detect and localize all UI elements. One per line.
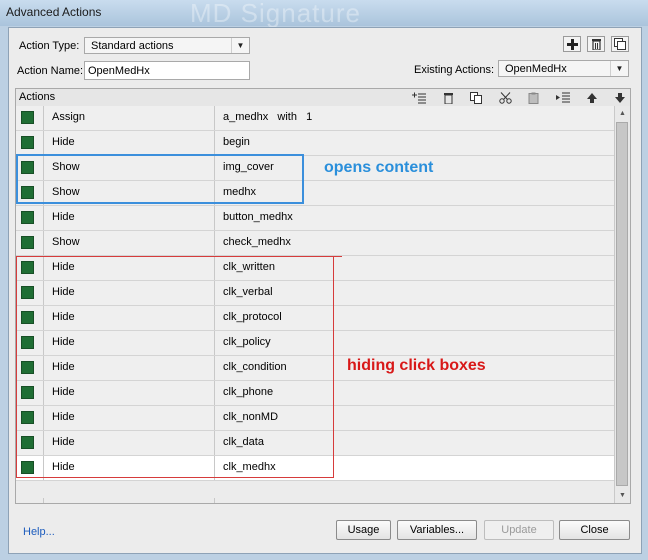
existing-actions-value: OpenMedHx [505,63,567,75]
chevron-down-icon: ▼ [610,61,628,76]
action-target[interactable]: a_medhx with 1 [223,111,312,123]
action-enabled-checkbox[interactable] [21,236,34,249]
action-type-value: Standard actions [91,40,174,52]
blue-annotation: opens content [324,159,434,176]
action-name-input[interactable] [85,62,249,79]
column-divider [43,106,44,130]
actions-header-label: Actions [19,91,56,103]
existing-actions-label: Existing Actions: [414,64,495,76]
existing-actions-dropdown[interactable]: OpenMedHx ▼ [498,60,629,77]
action-enabled-checkbox[interactable] [21,111,34,124]
advanced-actions-window: MD Signature Advanced Actions Action Typ… [0,0,648,560]
add-icon[interactable] [563,36,581,52]
actions-grid-header: Actions [16,89,630,107]
paste-icon[interactable] [525,90,543,105]
action-target[interactable]: check_medhx [223,236,291,248]
action-name-field[interactable] [84,61,250,80]
indent-icon[interactable] [554,90,572,105]
window-title: Advanced Actions [6,5,102,19]
action-enabled-checkbox[interactable] [21,211,34,224]
action-name-label: Action Name: [17,65,84,77]
action-enabled-checkbox[interactable] [21,136,34,149]
action-target[interactable]: button_medhx [223,211,293,223]
action-command[interactable]: Show [52,236,80,248]
duplicate-icon[interactable] [611,36,629,52]
action-command[interactable]: Assign [52,111,85,123]
background-window-title: MD Signature [190,0,361,28]
column-divider [214,231,215,255]
red-annotation: hiding click boxes [347,357,486,374]
action-row[interactable]: Assign a_medhx with 1 [16,106,614,131]
action-target[interactable]: begin [223,136,250,148]
vertical-scrollbar[interactable]: ▲ ▼ [614,106,630,503]
action-type-label: Action Type: [19,40,80,52]
scrollbar-thumb[interactable] [616,122,628,486]
copy-icon[interactable] [467,90,485,105]
column-divider [43,206,44,230]
chevron-down-icon: ▼ [231,38,249,53]
scroll-down-icon[interactable]: ▼ [615,488,630,503]
title-bar: MD Signature Advanced Actions [0,0,648,28]
column-divider [43,231,44,255]
action-row[interactable]: Show check_medhx [16,231,614,256]
column-divider [43,498,44,503]
move-down-icon[interactable] [611,90,629,105]
column-divider [214,106,215,130]
scroll-up-icon[interactable]: ▲ [615,106,630,121]
usage-button[interactable]: Usage [336,520,391,540]
variables-button[interactable]: Variables... [397,520,477,540]
close-button[interactable]: Close [559,520,630,540]
delete-icon[interactable] [439,90,457,105]
column-divider [214,498,215,503]
action-row[interactable]: Hide begin [16,131,614,156]
action-row[interactable]: Hide button_medhx [16,206,614,231]
cut-icon[interactable] [496,90,514,105]
move-up-icon[interactable] [583,90,601,105]
update-button: Update [484,520,554,540]
column-divider [43,131,44,155]
column-divider [214,206,215,230]
red-highlight-line [300,256,342,257]
blue-highlight-box [16,154,304,204]
insert-action-icon[interactable] [410,90,428,105]
column-divider [214,131,215,155]
trash-icon[interactable] [587,36,605,52]
action-command[interactable]: Hide [52,136,75,148]
action-type-dropdown[interactable]: Standard actions ▼ [84,37,250,54]
action-command[interactable]: Hide [52,211,75,223]
help-link[interactable]: Help... [23,526,55,538]
red-highlight-box [16,256,334,478]
